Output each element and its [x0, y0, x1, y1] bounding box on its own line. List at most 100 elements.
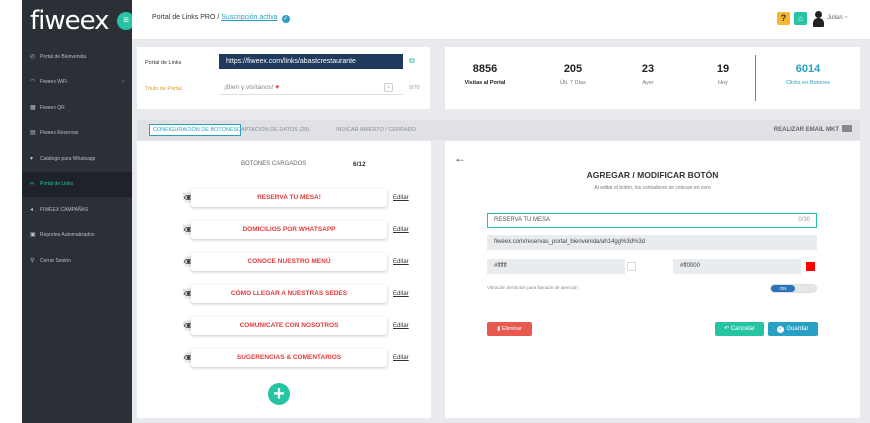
stat-value: 19 [716, 63, 730, 75]
edit-button-card: ← AGREGAR / MODIFICAR BOTÓN Al editar el… [445, 141, 860, 418]
page-title: Portal de Links PRO / [152, 14, 220, 21]
delete-button[interactable]: ▮ Eliminar [487, 322, 532, 336]
button-name-counter: 0/30 [798, 217, 810, 223]
link-button-preview[interactable]: DOMICILIOS POR WHATSAPP [191, 221, 387, 239]
check-circle-icon: ✓ [777, 326, 785, 333]
sidebar-item-label: Reportes Automatizados [40, 232, 95, 239]
help-button[interactable]: ? [777, 12, 790, 25]
sidebar-item-label: Portal de Bienvenida [40, 53, 87, 60]
list-item: 312 DOMICILIOS POR WHATSAPP Editar [137, 221, 431, 239]
list-item: 411 COMUNICATE CON NOSOTROS Editar [137, 317, 431, 335]
text-color-swatch[interactable] [806, 262, 815, 271]
email-mkt-button[interactable]: REALIZAR EMAIL MKT [774, 125, 852, 135]
stat-label: Últ. 7 Días [560, 80, 586, 86]
text-color-input[interactable]: #ff0000 [673, 259, 801, 274]
portal-title-counter: 0/70 [409, 85, 420, 91]
stat-label: Ayer [642, 80, 654, 86]
sidebar: fiweex ◴ Portal de Bienvenida ◠ Fiweex WiF… [22, 0, 132, 423]
stat-button-clicks: 6014 Clicks en Botones [768, 63, 848, 86]
sidebar-nav: ◴ Portal de Bienvenida ◠ Fiweex WiFi › ▦ Fiw… [22, 44, 132, 274]
add-button[interactable]: + [268, 383, 290, 405]
button-url-input[interactable]: fiweex.com/reservas_portal_bienvenida/ah… [487, 235, 817, 250]
sidebar-item-label: Cerrar Sesión [40, 257, 71, 264]
undo-icon: ↶ [724, 326, 731, 332]
portal-title-input[interactable]: ¡Bien y visítanos! ♥ ☺ [219, 80, 403, 95]
calendar-icon: ▤ [30, 130, 36, 137]
edit-link[interactable]: Editar [393, 259, 409, 265]
link-button-preview[interactable]: CÓMO LLEGAR A NUESTRAS SEDES [191, 285, 387, 303]
edit-link[interactable]: Editar [393, 227, 409, 233]
sidebar-item-fiweex-wifi[interactable]: ◠ Fiweex WiFi › [22, 70, 132, 96]
buttons-card: BOTONES CARGADOS 6/12 224 RESERVA TU MES… [137, 141, 431, 418]
link-button-preview[interactable]: COMUNICATE CON NOSOTROS [191, 317, 387, 335]
sidebar-item-fiweex-qr[interactable]: ▦ Fiweex QR [22, 95, 132, 121]
edit-link[interactable]: Editar [393, 323, 409, 329]
heart-emoji-icon: ♥ [275, 84, 280, 91]
tab-captacion-datos[interactable]: CAPTACIÓN DE DATOS (28) [237, 125, 309, 135]
list-item: 106 CÓMO LLEGAR A NUESTRAS SEDES Editar [137, 285, 431, 303]
vibration-toggle[interactable]: ON [770, 284, 817, 293]
sidebar-item-label: Catálogo para Whatsapp [40, 155, 96, 162]
copy-icon[interactable]: ⧉ [409, 56, 417, 66]
tab-indicar-abierto[interactable]: INDICAR ABIERTO / CERRADO [336, 125, 416, 135]
stats-divider [755, 55, 756, 101]
buttons-loaded-title: BOTONES CARGADOS [241, 161, 307, 167]
envelope-icon [842, 125, 852, 132]
button-name-value: RESERVA TU MESA [494, 217, 551, 223]
stat-last-7-days: 205 Últ. 7 Días [533, 63, 613, 86]
save-label: Guardar [786, 326, 809, 332]
edit-link[interactable]: Editar [393, 195, 409, 201]
sidebar-item-catalogo[interactable]: ▾ Catálogo para Whatsapp [22, 146, 132, 172]
back-arrow-icon[interactable]: ← [454, 151, 466, 165]
stat-yesterday: 23 Ayer [608, 63, 688, 86]
plus-icon: + [273, 383, 285, 405]
delete-label: Eliminar [501, 326, 522, 332]
save-button[interactable]: ✓ Guardar [768, 322, 818, 336]
user-menu[interactable]: Julian ~ [812, 10, 870, 28]
stat-today: 19 Hoy [683, 63, 763, 86]
main-content: Portal de Links https://fiweex.com/links… [132, 40, 870, 423]
subscription-link[interactable]: Suscripción activa [221, 14, 277, 21]
sidebar-item-cerrar-sesion[interactable]: ⚲ Cerrar Sesión [22, 248, 132, 274]
report-icon: ▣ [30, 232, 36, 239]
stat-label: Clicks en Botones [785, 80, 831, 86]
topbar: Portal de Links PRO / Suscripción activa… [132, 0, 870, 40]
portal-url-field[interactable]: https://fiweex.com/links/abastcrestauran… [219, 54, 403, 69]
background-color-input[interactable]: #ffffff [487, 259, 625, 274]
link-button-preview[interactable]: CONOCE NUESTRO MENÚ [191, 253, 387, 271]
stat-label: Visitas al Portal [464, 80, 506, 86]
stats-card: 8856 Visitas al Portal 205 Últ. 7 Días 2… [445, 47, 860, 109]
button-name-input[interactable]: RESERVA TU MESA 0/30 [487, 213, 817, 228]
link-icon: ∞ [30, 181, 35, 188]
sidebar-item-portal-bienvenida[interactable]: ◴ Portal de Bienvenida [22, 44, 132, 70]
stat-value: 23 [641, 63, 655, 75]
sidebar-item-label: Fiweex WiFi [40, 79, 68, 86]
sidebar-item-portal-links[interactable]: ∞ Portal de Links [22, 171, 132, 197]
sidebar-item-reportes[interactable]: ▣ Reportes Automatizados [22, 223, 132, 249]
home-icon: ⌂ [798, 14, 803, 23]
chevron-right-icon: › [122, 78, 124, 85]
emoji-picker-icon[interactable]: ☺ [384, 83, 393, 92]
tab-configuracion-botones[interactable]: CONFIGURACIÓN DE BOTONES [149, 124, 242, 136]
edit-link[interactable]: Editar [393, 291, 409, 297]
wifi-icon: ◠ [30, 79, 36, 86]
sidebar-item-campanas[interactable]: ◂ FIWEEX CAMPAÑAS [22, 197, 132, 223]
clock-icon: ◴ [30, 53, 36, 60]
home-button[interactable]: ⌂ [794, 12, 807, 25]
link-button-preview[interactable]: RESERVA TU MESA! [191, 189, 387, 207]
link-button-preview[interactable]: SUGERENCIAS & COMENTARIOS [191, 349, 387, 367]
brand-logo[interactable]: fiweex [30, 6, 130, 36]
sidebar-item-label: Fiweex QR [40, 104, 65, 111]
sidebar-item-label: Fiweex Reservas [40, 130, 79, 137]
sidebar-item-fiweex-reservas[interactable]: ▤ Fiweex Reservas [22, 121, 132, 147]
cancel-label: Cancelar [730, 326, 755, 332]
buttons-loaded-count: 6/12 [353, 161, 366, 168]
portal-title-value: ¡Bien y visítanos! [224, 84, 276, 91]
edit-link[interactable]: Editar [393, 355, 409, 361]
cancel-button[interactable]: ↶ Cancelar [715, 322, 764, 336]
background-color-swatch[interactable] [627, 262, 636, 271]
stat-value: 8856 [472, 63, 498, 75]
list-item: 29 CONOCE NUESTRO MENÚ Editar [137, 253, 431, 271]
check-circle-icon: ✓ [281, 15, 290, 23]
vibration-label: Vibración del Botón para llamado de aten… [487, 285, 578, 290]
